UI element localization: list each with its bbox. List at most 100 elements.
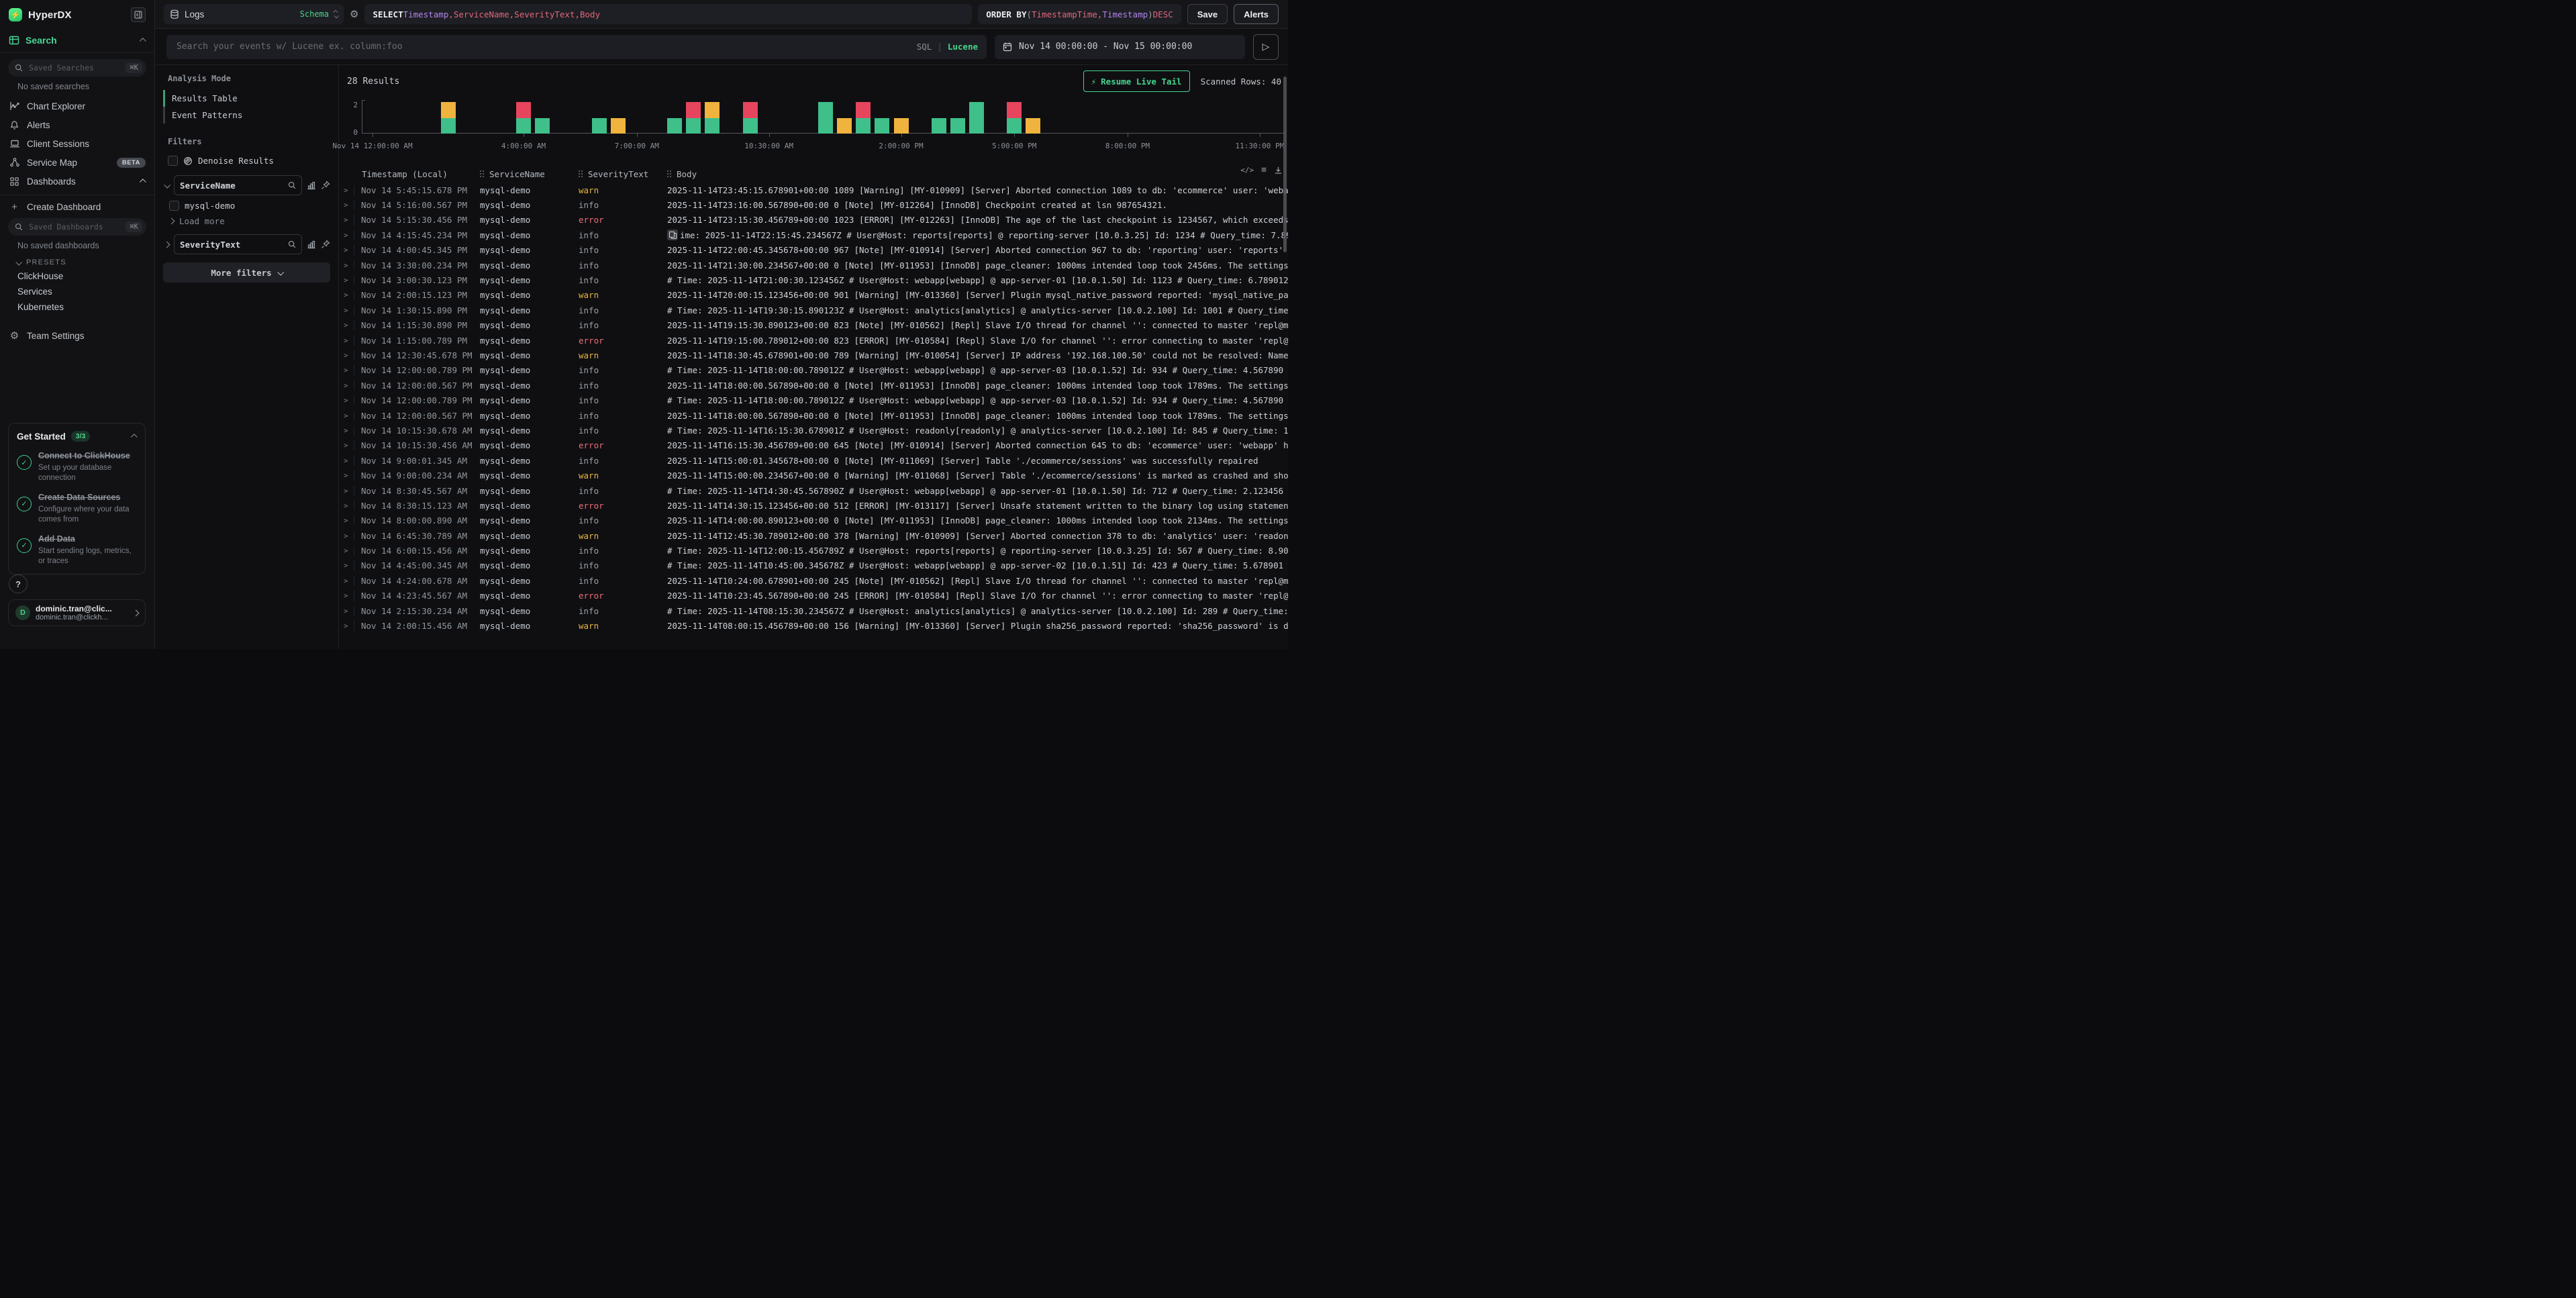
sidebar-item-chart-explorer[interactable]: Chart Explorer (0, 97, 154, 115)
row-expand-chevron[interactable]: > (339, 201, 354, 209)
table-row[interactable]: > Nov 14 1:15:00.789 PM mysql-demo error… (339, 333, 1288, 348)
table-row[interactable]: > Nov 14 3:00:30.123 PM mysql-demo info … (339, 272, 1288, 287)
row-expand-chevron[interactable]: > (339, 607, 354, 615)
mode-results-table[interactable]: Results Table (163, 90, 330, 107)
sidebar-item-search[interactable]: Search (0, 30, 154, 53)
row-expand-chevron[interactable]: > (339, 261, 354, 270)
checkbox[interactable] (168, 156, 178, 166)
histogram-bar[interactable] (856, 102, 871, 134)
histogram-bar[interactable] (1007, 102, 1022, 134)
bar-chart-icon[interactable] (307, 181, 316, 190)
histogram-bar[interactable] (875, 118, 889, 134)
code-view-icon[interactable]: </> (1240, 166, 1254, 174)
row-expand-chevron[interactable]: > (339, 456, 354, 465)
row-expand-chevron[interactable]: > (339, 396, 354, 405)
row-expand-chevron[interactable]: > (339, 471, 354, 480)
table-row[interactable]: > Nov 14 1:30:15.890 PM mysql-demo info … (339, 303, 1288, 317)
row-expand-chevron[interactable]: > (339, 231, 354, 240)
row-expand-chevron[interactable]: > (339, 306, 354, 315)
table-row[interactable]: > Nov 14 5:15:30.456 PM mysql-demo error… (339, 213, 1288, 228)
row-expand-chevron[interactable]: > (339, 621, 354, 630)
table-row[interactable]: > Nov 14 9:00:01.345 AM mysql-demo info … (339, 453, 1288, 468)
histogram-bar[interactable] (837, 118, 852, 134)
sidebar-item-service-map[interactable]: Service Map BETA (0, 153, 154, 172)
event-search-box[interactable]: SQL | Lucene (166, 35, 987, 59)
histogram-bar[interactable] (818, 102, 833, 134)
table-row[interactable]: > Nov 14 2:15:30.234 AM mysql-demo info … (339, 603, 1288, 618)
histogram-bar[interactable] (969, 102, 984, 134)
table-row[interactable]: > Nov 14 5:16:00.567 PM mysql-demo info … (339, 197, 1288, 212)
get-started-item[interactable]: ✓ Add Data Start sending logs, metrics, … (17, 533, 137, 566)
table-row[interactable]: > Nov 14 9:00:00.234 AM mysql-demo warn … (339, 468, 1288, 483)
get-started-header[interactable]: Get Started 3/3 (17, 431, 137, 442)
drag-handle-icon[interactable] (480, 170, 485, 178)
column-header-severitytext[interactable]: SeverityText (579, 169, 667, 179)
row-expand-chevron[interactable]: > (339, 487, 354, 495)
row-expand-chevron[interactable]: > (339, 532, 354, 540)
chevron-down-icon[interactable] (164, 181, 170, 188)
drag-handle-icon[interactable] (579, 170, 583, 178)
histogram-bar[interactable] (592, 118, 607, 134)
chevron-up-icon[interactable] (140, 179, 146, 185)
table-row[interactable]: > Nov 14 12:00:00.789 PM mysql-demo info… (339, 393, 1288, 407)
table-row[interactable]: > Nov 14 4:23:45.567 AM mysql-demo error… (339, 589, 1288, 603)
load-more[interactable]: Load more (163, 213, 330, 228)
row-expand-chevron[interactable]: > (339, 516, 354, 525)
table-row[interactable]: > Nov 14 3:30:00.234 PM mysql-demo info … (339, 258, 1288, 272)
histogram-bar[interactable] (932, 118, 946, 134)
presets-toggle[interactable]: PRESETS (0, 252, 154, 269)
select-columns-input[interactable]: SELECT Timestamp ,ServiceName,SeverityTe… (364, 4, 972, 24)
table-row[interactable]: > Nov 14 8:30:15.123 AM mysql-demo error… (339, 498, 1288, 513)
histogram-bar[interactable] (441, 102, 456, 134)
source-select[interactable]: Logs Schema (164, 4, 344, 24)
table-row[interactable]: > Nov 14 10:15:30.456 AM mysql-demo erro… (339, 438, 1288, 453)
table-row[interactable]: > Nov 14 2:00:15.456 AM mysql-demo warn … (339, 618, 1288, 633)
table-row[interactable]: > Nov 14 5:45:15.678 PM mysql-demo warn … (339, 183, 1288, 197)
saved-dashboards-search[interactable]: ⌘K (8, 218, 146, 236)
histogram-bar[interactable] (535, 118, 550, 134)
histogram-bar[interactable] (1026, 118, 1040, 134)
facet-servicename-search[interactable]: ServiceName (174, 175, 302, 195)
chevron-up-icon[interactable] (140, 38, 146, 44)
histogram-bar[interactable] (894, 118, 909, 134)
table-row[interactable]: > Nov 14 6:45:30.789 AM mysql-demo warn … (339, 528, 1288, 543)
date-range-picker[interactable]: Nov 14 00:00:00 - Nov 15 00:00:00 (995, 35, 1245, 59)
table-row[interactable]: > Nov 14 8:30:45.567 AM mysql-demo info … (339, 483, 1288, 498)
saved-searches-search[interactable]: ⌘K (8, 59, 146, 77)
sidebar-item-dashboards[interactable]: Dashboards (0, 172, 154, 191)
checkbox[interactable] (169, 201, 179, 211)
row-expand-chevron[interactable]: > (339, 577, 354, 585)
saved-dashboards-input[interactable] (28, 221, 121, 232)
row-expand-chevron[interactable]: > (339, 321, 354, 330)
mode-lucene[interactable]: Lucene (948, 42, 978, 52)
pin-icon[interactable] (321, 181, 330, 190)
row-expand-chevron[interactable]: > (339, 501, 354, 510)
column-settings-icon[interactable]: ≡ (1261, 165, 1267, 175)
facet-severitytext-search[interactable]: SeverityText (174, 234, 302, 254)
collapse-sidebar-button[interactable] (131, 7, 146, 22)
create-dashboard-button[interactable]: + Create Dashboard (0, 198, 154, 215)
preset-dashboard-item[interactable]: ClickHouse (0, 269, 154, 285)
row-expand-chevron[interactable]: > (339, 426, 354, 435)
table-row[interactable]: > Nov 14 12:30:45.678 PM mysql-demo warn… (339, 348, 1288, 362)
table-row[interactable]: > Nov 14 4:00:45.345 PM mysql-demo info … (339, 243, 1288, 258)
histogram-bar[interactable] (611, 118, 626, 134)
facet-value-mysql-demo[interactable]: mysql-demo (163, 198, 330, 213)
histogram-bar[interactable] (743, 102, 758, 134)
chevron-right-icon[interactable] (164, 241, 170, 248)
row-expand-chevron[interactable]: > (339, 411, 354, 420)
table-row[interactable]: > Nov 14 4:45:00.345 AM mysql-demo info … (339, 558, 1288, 573)
row-expand-chevron[interactable]: > (339, 246, 354, 254)
row-expand-chevron[interactable]: > (339, 291, 354, 299)
sidebar-item-client-sessions[interactable]: Client Sessions (0, 134, 154, 153)
row-expand-chevron[interactable]: > (339, 336, 354, 345)
download-icon[interactable] (1274, 166, 1283, 174)
user-menu[interactable]: D dominic.tran@clic... dominic.tran@clic… (8, 599, 146, 626)
table-row[interactable]: > Nov 14 6:00:15.456 AM mysql-demo info … (339, 543, 1288, 558)
more-filters-button[interactable]: More filters (163, 262, 330, 283)
row-expand-chevron[interactable]: > (339, 561, 354, 570)
row-expand-chevron[interactable]: > (339, 215, 354, 224)
column-header-servicename[interactable]: ServiceName (480, 169, 579, 179)
row-expand-chevron[interactable]: > (339, 441, 354, 450)
event-search-input[interactable] (175, 41, 911, 52)
